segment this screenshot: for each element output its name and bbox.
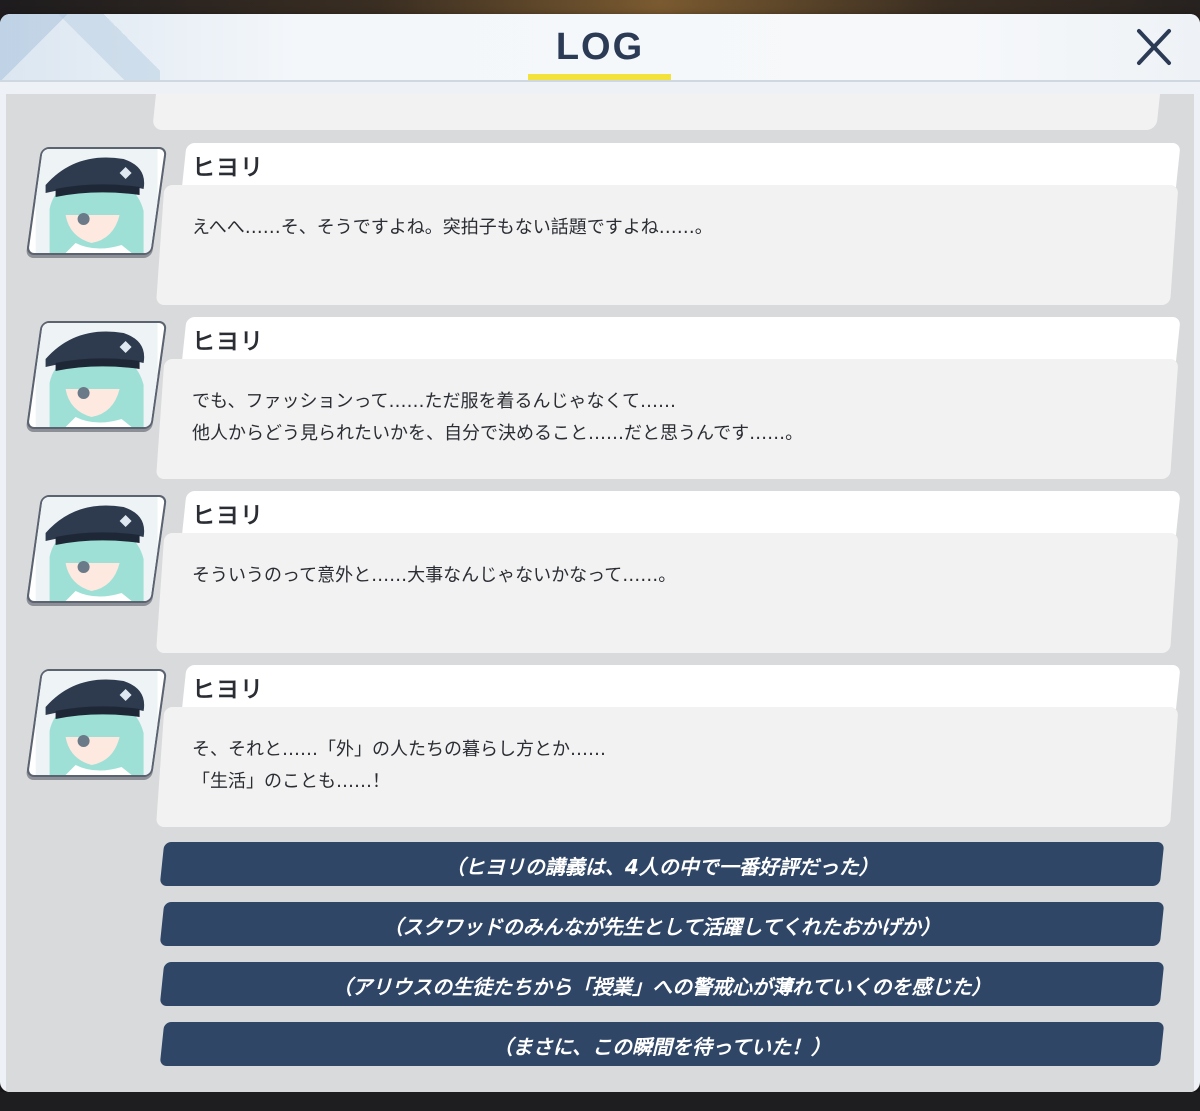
choice-text: （まさに、この瞬間を待っていた！） <box>492 1035 832 1059</box>
choice-option[interactable]: （アリウスの生徒たちから「授業」への警戒心が薄れていくのを感じた） <box>159 962 1165 1006</box>
dialogue-line: でも、ファッションって……ただ服を着るんじゃなくて…… <box>192 391 677 412</box>
name-tab <box>182 665 1181 709</box>
dialogue-line: 他人からどう見られたいかを、自分で決めること……だと思うんです……。 <box>192 423 804 444</box>
dialogue-bubble <box>156 533 1179 653</box>
hiyori-avatar <box>26 669 168 777</box>
character-portrait-icon <box>35 323 158 427</box>
name-tab <box>182 143 1181 187</box>
dialogue-line: そ、それと……「外」の人たちの暮らし方とか…… <box>192 739 606 760</box>
choice-text: （アリウスの生徒たちから「授業」への警戒心が薄れていくのを感じた） <box>332 975 992 999</box>
previous-entry-partial <box>152 94 1160 130</box>
title-underline <box>528 74 671 80</box>
log-panel: LOG ヒヨリ えへへ……そ、そうですよね。突拍子もない話題ですよね……。 ヒヨ… <box>0 14 1200 1092</box>
dialogue-line: 「生活」のことも……！ <box>192 771 390 792</box>
speaker-name: ヒヨリ <box>192 329 264 355</box>
name-tab <box>182 491 1181 535</box>
character-portrait-icon <box>35 149 158 253</box>
speaker-name: ヒヨリ <box>192 677 264 703</box>
speaker-name: ヒヨリ <box>192 155 264 181</box>
hiyori-avatar <box>26 321 168 429</box>
bottom-bar <box>0 1092 1200 1111</box>
choice-text: （スクワッドのみんなが先生として活躍してくれたおかげか） <box>382 915 941 939</box>
log-entry: ヒヨリ そ、それと……「外」の人たちの暮らし方とか…… 「生活」のことも……！ <box>6 665 1194 830</box>
dialogue-line: そういうのって意外と……大事なんじゃないかなって……。 <box>192 565 677 586</box>
log-entry: ヒヨリ でも、ファッションって……ただ服を着るんじゃなくて…… 他人からどう見ら… <box>6 317 1194 482</box>
log-title: LOG <box>555 26 645 68</box>
character-portrait-icon <box>35 497 158 601</box>
dialogue-line: えへへ……そ、そうですよね。突拍子もない話題ですよね……。 <box>192 217 713 238</box>
choice-text: （ヒヨリの講義は、4人の中で一番好評だった） <box>444 855 879 879</box>
choice-option[interactable]: （スクワッドのみんなが先生として活躍してくれたおかげか） <box>159 902 1165 946</box>
dialogue-bubble <box>156 185 1179 305</box>
hiyori-avatar <box>26 495 168 603</box>
choice-option[interactable]: （まさに、この瞬間を待っていた！） <box>159 1022 1165 1066</box>
speaker-name: ヒヨリ <box>192 503 264 529</box>
log-scroll-area[interactable]: ヒヨリ えへへ……そ、そうですよね。突拍子もない話題ですよね……。 ヒヨリ でも… <box>6 94 1194 1092</box>
log-entry: ヒヨリ そういうのって意外と……大事なんじゃないかなって……。 <box>6 491 1194 656</box>
hiyori-avatar <box>26 147 168 255</box>
close-button[interactable] <box>1130 26 1178 70</box>
log-header: LOG <box>0 14 1200 82</box>
name-tab <box>182 317 1181 361</box>
close-icon <box>1137 29 1171 65</box>
character-portrait-icon <box>35 671 158 775</box>
log-entry: ヒヨリ えへへ……そ、そうですよね。突拍子もない話題ですよね……。 <box>6 143 1194 308</box>
choice-option[interactable]: （ヒヨリの講義は、4人の中で一番好評だった） <box>159 842 1165 886</box>
